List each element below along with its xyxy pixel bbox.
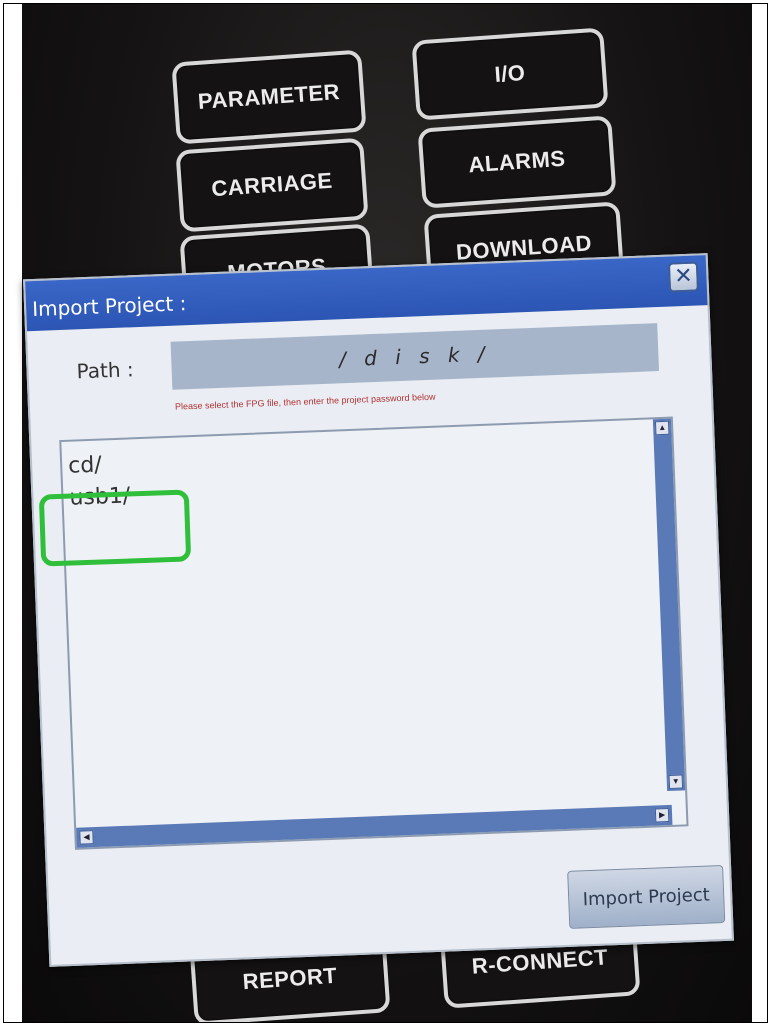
path-field[interactable]: / d i s k / bbox=[170, 323, 660, 390]
close-icon[interactable]: ✕ bbox=[667, 261, 700, 293]
import-project-button[interactable]: Import Project bbox=[567, 864, 726, 929]
horizontal-scrollbar[interactable]: ◀ ▶ bbox=[76, 804, 673, 848]
file-list[interactable]: cd/ usb1/ ▲ ▼ ◀ ▶ bbox=[59, 416, 689, 850]
carriage-button[interactable]: CARRIAGE bbox=[175, 137, 369, 233]
scroll-up-icon[interactable]: ▲ bbox=[654, 420, 670, 436]
scroll-down-icon[interactable]: ▼ bbox=[668, 774, 684, 789]
vertical-scrollbar[interactable]: ▲ ▼ bbox=[652, 418, 686, 792]
usb1-highlight-annotation bbox=[38, 489, 192, 567]
scroll-right-icon[interactable]: ▶ bbox=[654, 808, 670, 823]
alarms-button[interactable]: ALARMS bbox=[417, 115, 617, 209]
scroll-left-icon[interactable]: ◀ bbox=[79, 830, 94, 845]
path-label: Path : bbox=[76, 357, 135, 384]
import-project-dialog: Import Project : ✕ Path : / d i s k / Pl… bbox=[23, 253, 734, 967]
list-item-cd[interactable]: cd/ bbox=[68, 453, 102, 479]
dialog-title: Import Project : bbox=[31, 291, 187, 322]
photo-frame: PARAMETER I/O CARRIAGE ALARMS MOTORS DOW… bbox=[3, 3, 768, 1023]
instruction-hint: Please select the FPG file, then enter t… bbox=[174, 391, 436, 412]
io-button[interactable]: I/O bbox=[411, 27, 609, 121]
parameter-button[interactable]: PARAMETER bbox=[171, 49, 367, 145]
